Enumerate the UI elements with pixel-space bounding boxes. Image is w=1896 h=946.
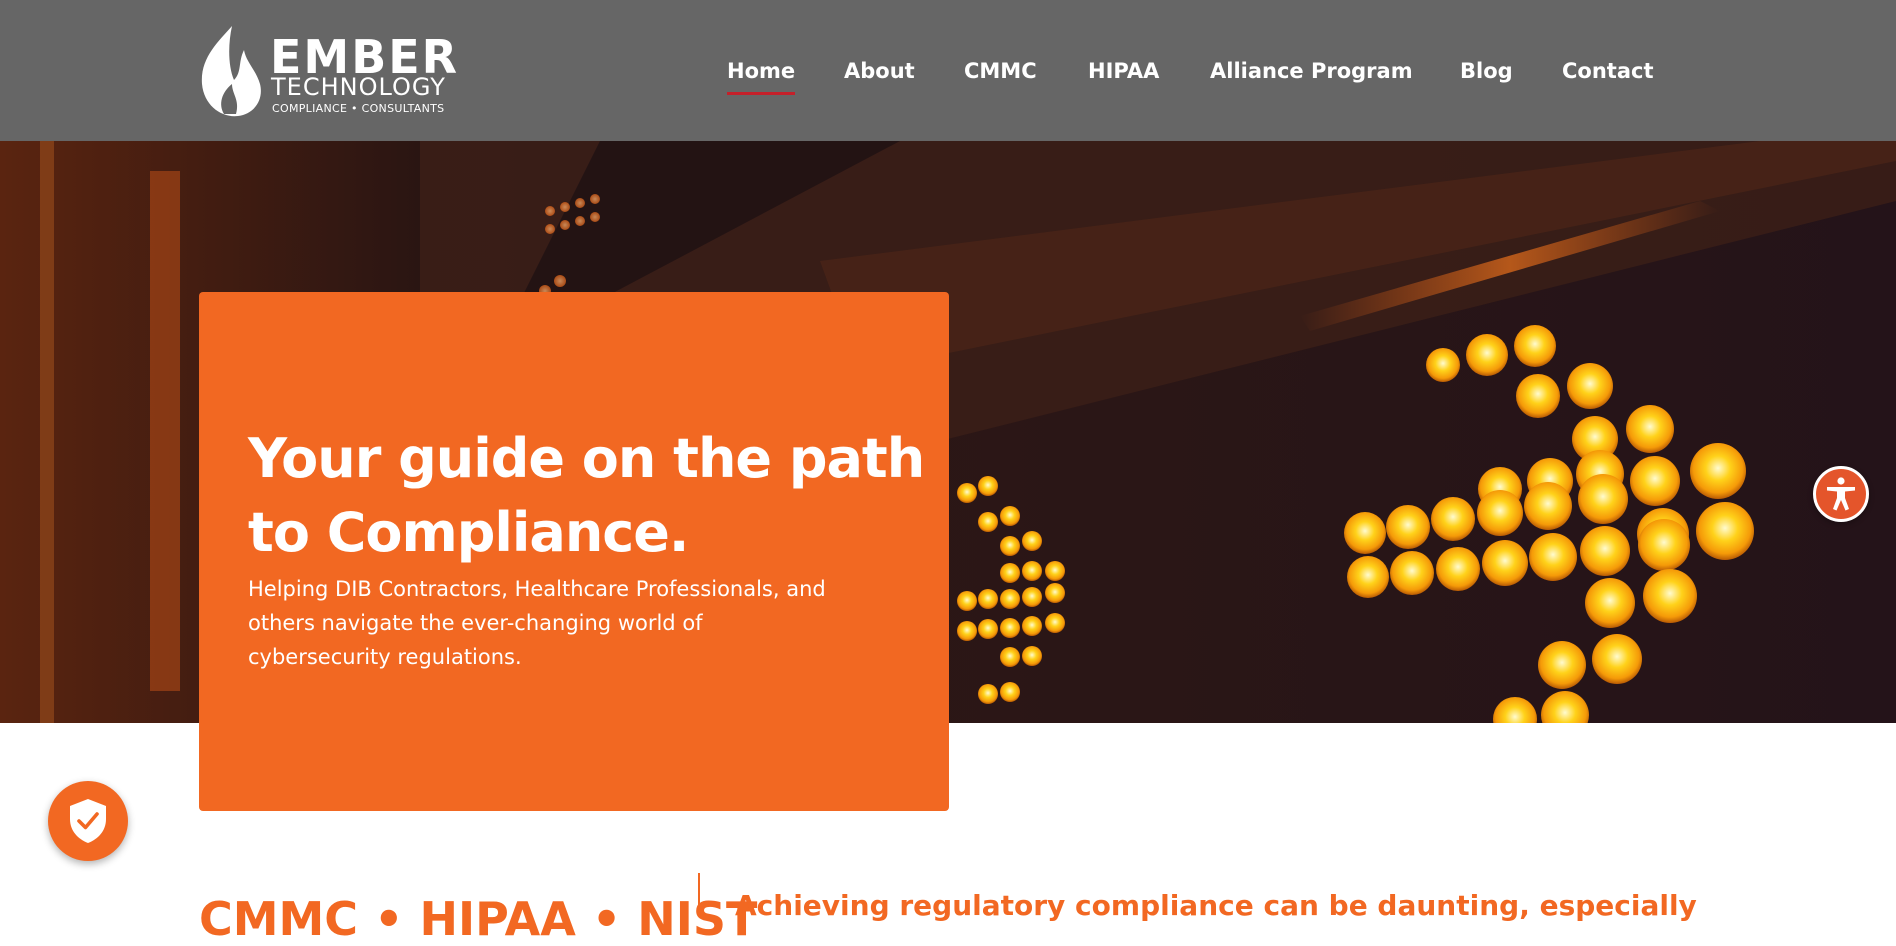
nav-home[interactable]: Home bbox=[727, 56, 796, 95]
nav-about[interactable]: About bbox=[844, 56, 915, 86]
nav-alliance-program[interactable]: Alliance Program bbox=[1210, 56, 1413, 86]
hero-title: Your guide on the path to Compliance. bbox=[248, 427, 925, 564]
security-badge-button[interactable] bbox=[48, 781, 128, 861]
hero-banner: Your guide on the path to Compliance. He… bbox=[0, 141, 1896, 723]
hero-card-extension bbox=[199, 723, 949, 811]
hero-description: Helping DIB Contractors, Healthcare Prof… bbox=[248, 577, 826, 669]
nav-contact[interactable]: Contact bbox=[1562, 56, 1654, 86]
nav-hipaa[interactable]: HIPAA bbox=[1088, 56, 1159, 86]
accessibility-icon bbox=[1827, 477, 1855, 511]
section-left-heading: CMMC • HIPAA • NIST bbox=[199, 892, 758, 946]
site-header: EMBER TECHNOLOGY COMPLIANCE • CONSULTANT… bbox=[0, 0, 1896, 141]
section-divider bbox=[698, 873, 700, 913]
accessibility-button[interactable] bbox=[1813, 466, 1869, 522]
section-right-heading: Achieving regulatory compliance can be d… bbox=[735, 889, 1697, 922]
logo-tagline: COMPLIANCE • CONSULTANTS bbox=[272, 102, 445, 115]
shield-check-icon bbox=[70, 799, 106, 843]
nav-cmmc[interactable]: CMMC bbox=[964, 56, 1037, 86]
main-nav: Home About CMMC HIPAA Alliance Program B… bbox=[0, 56, 1896, 96]
hero-card: Your guide on the path to Compliance. He… bbox=[199, 292, 949, 723]
nav-blog[interactable]: Blog bbox=[1460, 56, 1513, 86]
